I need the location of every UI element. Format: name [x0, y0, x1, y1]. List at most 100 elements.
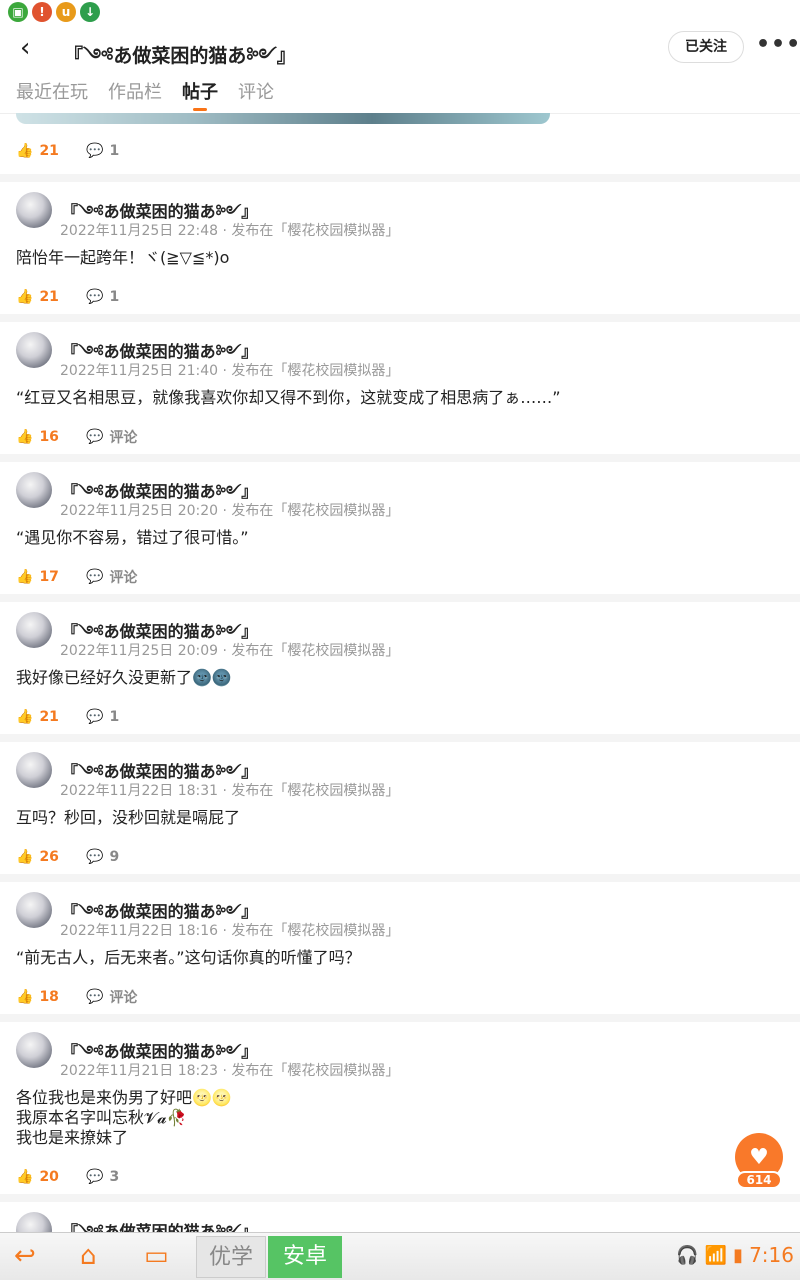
post-text: “红豆又名相思豆，就像我喜欢你却又得不到你，这就变成了相思病了ぁ……”: [16, 388, 561, 407]
thumbs-up-icon: 👍: [16, 989, 34, 1005]
thumbs-up-icon: 👍: [16, 429, 34, 445]
profile-tabs: 最近在玩 作品栏 帖子 评论: [0, 78, 800, 114]
list-item[interactable]: 『༺あ做菜困的猫あ༻』 2022年11月22日 18:16 · 发布在「樱花校园…: [0, 874, 800, 1014]
heart-icon: ♥: [749, 1144, 769, 1170]
post-meta: 2022年11月22日 18:31 · 发布在「樱花校园模拟器」: [60, 783, 400, 799]
download-icon: ↓: [80, 2, 100, 22]
post-text: 我好像已经好久没更新了🌚🌚: [16, 668, 232, 687]
comment-count: 1: [109, 709, 120, 725]
avatar[interactable]: [16, 612, 52, 648]
back-arrow-icon[interactable]: ‹: [20, 34, 48, 62]
comment-bubble-icon: 💬: [86, 569, 104, 585]
comment-bubble-icon: 💬: [86, 709, 104, 725]
list-item[interactable]: 『༺あ做菜困的猫あ༻』 2022年11月25日 21:40 · 发布在「樱花校园…: [0, 314, 800, 454]
like-count: 16: [39, 429, 59, 445]
top-app-bar: ‹ 『༺あ做菜困的猫あ༻』 已关注 •••: [0, 28, 800, 68]
comment-button[interactable]: 💬 评论: [86, 427, 137, 447]
home-nav-icon[interactable]: ⌂: [80, 1241, 97, 1271]
post-stats: 👍 26 💬 9: [16, 846, 119, 868]
tab-comments[interactable]: 评论: [238, 78, 274, 104]
system-tray: 🎧 📶 ▮ 7:16: [676, 1243, 794, 1267]
ime-android-button[interactable]: 安卓: [268, 1236, 342, 1278]
thumbs-up-icon: 👍: [16, 709, 34, 725]
comment-bubble-icon: 💬: [86, 1169, 104, 1185]
like-count: 26: [39, 849, 59, 865]
comment-bubble-icon: 💬: [86, 429, 104, 445]
follow-button[interactable]: 已关注: [668, 31, 744, 63]
comment-bubble-icon: 💬: [86, 143, 104, 159]
tab-works[interactable]: 作品栏: [108, 78, 162, 104]
comment-count: 9: [109, 849, 120, 865]
clock: 7:16: [749, 1243, 794, 1267]
like-button[interactable]: 👍 20: [16, 1169, 86, 1185]
fab-like-count: 614: [736, 1171, 782, 1189]
comment-count: 评论: [109, 430, 138, 446]
comment-count: 1: [109, 143, 120, 159]
ime-youxue-button[interactable]: 优学: [196, 1236, 266, 1278]
like-button[interactable]: 👍 17: [16, 569, 86, 585]
like-count: 18: [39, 989, 59, 1005]
comment-button[interactable]: 💬 3: [86, 1169, 119, 1185]
like-button[interactable]: 👍 21: [16, 143, 86, 159]
status-bar-icons: ▣ ! u ↓: [8, 2, 100, 22]
list-item[interactable]: 『༺あ做菜困的猫あ༻』 2022年11月25日 22:48 · 发布在「樱花校园…: [0, 174, 800, 314]
alert-icon: !: [32, 2, 52, 22]
list-item[interactable]: 『༺あ做菜困的猫あ༻』 2022年11月25日 20:20 · 发布在「樱花校园…: [0, 454, 800, 594]
post-stats: 👍 21 💬 1: [16, 286, 119, 308]
like-count: 17: [39, 569, 59, 585]
tab-recent-play[interactable]: 最近在玩: [16, 78, 88, 104]
post-stats: 👍 16 💬 评论: [16, 426, 137, 448]
like-button[interactable]: 👍 16: [16, 429, 86, 445]
back-nav-icon[interactable]: ↩: [14, 1241, 36, 1271]
headphones-icon: 🎧: [676, 1244, 699, 1266]
like-button[interactable]: 👍 26: [16, 849, 86, 865]
avatar[interactable]: [16, 752, 52, 788]
avatar[interactable]: [16, 192, 52, 228]
like-count: 21: [39, 709, 59, 725]
like-count: 20: [39, 1169, 59, 1185]
list-item[interactable]: 『༺あ做菜困的猫あ༻』 2022年11月22日 18:31 · 发布在「樱花校园…: [0, 734, 800, 874]
avatar[interactable]: [16, 1212, 52, 1232]
post-meta: 2022年11月21日 18:23 · 发布在「樱花校园模拟器」: [60, 1063, 400, 1079]
post-stats: 👍 18 💬 评论: [16, 986, 137, 1008]
comment-bubble-icon: 💬: [86, 849, 104, 865]
post-text: 各位我也是来伪男了好吧🌝🌝 我原本名字叫忘秋𝓥𝓪🥀 我也是来撩妹了: [16, 1088, 232, 1147]
author-name[interactable]: 『༺あ做菜困的猫あ༻』: [62, 1214, 257, 1232]
like-button[interactable]: 👍 21: [16, 289, 86, 305]
avatar[interactable]: [16, 332, 52, 368]
list-item[interactable]: 『༺あ做菜困的猫あ༻』 2022年11月21日 18:23 · 发布在「樱花校园…: [0, 1014, 800, 1194]
comment-button[interactable]: 💬 1: [86, 143, 119, 159]
avatar[interactable]: [16, 472, 52, 508]
list-item[interactable]: 『༺あ做菜困的猫あ༻』 2022年11月25日 20:09 · 发布在「樱花校园…: [0, 594, 800, 734]
recents-nav-icon[interactable]: ▭: [144, 1241, 169, 1271]
comment-bubble-icon: 💬: [86, 989, 104, 1005]
post-meta: 2022年11月25日 20:09 · 发布在「樱花校园模拟器」: [60, 643, 400, 659]
comment-button[interactable]: 💬 评论: [86, 567, 137, 587]
comment-button[interactable]: 💬 1: [86, 709, 119, 725]
like-button[interactable]: 👍 18: [16, 989, 86, 1005]
wifi-icon: 📶: [704, 1244, 728, 1266]
comment-button[interactable]: 💬 1: [86, 289, 119, 305]
battery-icon: ▮: [733, 1244, 744, 1266]
like-button[interactable]: 👍 21: [16, 709, 86, 725]
avatar[interactable]: [16, 892, 52, 928]
thumbs-up-icon: 👍: [16, 1169, 34, 1185]
post-text: “前无古人，后无来者。”这句话你真的听懂了吗？: [16, 948, 361, 967]
system-navigation-bar: ↩ ⌂ ▭ 优学 安卓 🎧 📶 ▮ 7:16: [0, 1232, 800, 1280]
post-image[interactable]: [16, 113, 550, 124]
thumbs-up-icon: 👍: [16, 569, 34, 585]
tab-posts[interactable]: 帖子: [182, 78, 218, 104]
comment-button[interactable]: 💬 评论: [86, 987, 137, 1007]
list-item[interactable]: 『༺あ做菜困的猫あ༻』: [0, 1194, 800, 1232]
comment-bubble-icon: 💬: [86, 289, 104, 305]
more-options-icon[interactable]: •••: [756, 32, 800, 57]
like-count: 21: [39, 289, 59, 305]
comment-count: 评论: [109, 990, 138, 1006]
gallery-icon: ▣: [8, 2, 28, 22]
post-stats: 👍 21 💬 1: [16, 706, 119, 728]
post-stats: 👍 17 💬 评论: [16, 566, 137, 588]
avatar[interactable]: [16, 1032, 52, 1068]
active-tab-indicator: [193, 108, 207, 111]
comment-button[interactable]: 💬 9: [86, 849, 119, 865]
post-text: “遇见你不容易，错过了很可惜。”: [16, 528, 249, 547]
